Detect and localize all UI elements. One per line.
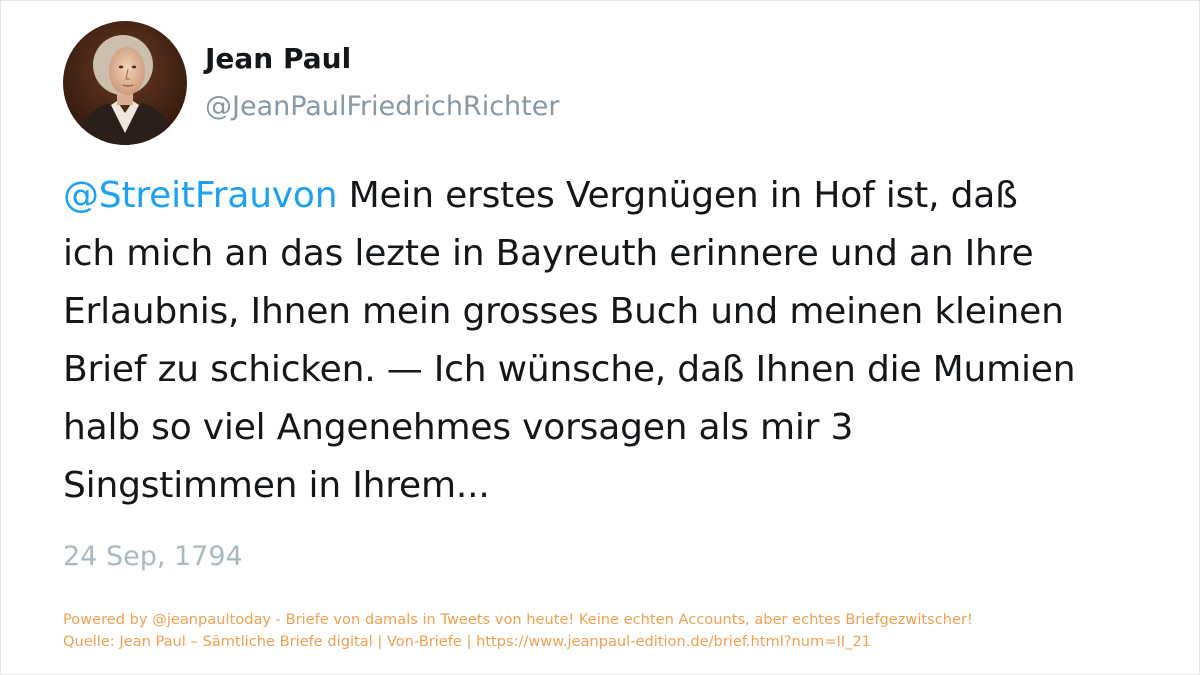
tweet-card: Jean Paul @JeanPaulFriedrichRichter @Str…: [0, 0, 1200, 675]
mention-link[interactable]: @StreitFrauvon: [63, 175, 338, 216]
author-display-name[interactable]: Jean Paul: [205, 39, 351, 79]
tweet-line: halb so viel Angenehmes vorsagen als mir…: [63, 407, 854, 448]
tweet-line: Erlaubnis, Ihnen mein grosses Buch und m…: [63, 291, 1064, 332]
footer-attribution: Powered by @jeanpaultoday - Briefe von d…: [63, 609, 1173, 653]
footer-powered-by: Powered by @jeanpaultoday - Briefe von d…: [63, 611, 973, 628]
portrait-avatar[interactable]: [63, 21, 187, 145]
tweet-line: ich mich an das lezte in Bayreuth erinne…: [63, 233, 1034, 274]
tweet-line: Brief zu schicken. — Ich wünsche, daß Ih…: [63, 349, 1076, 390]
footer-source: Quelle: Jean Paul – Sämtliche Briefe dig…: [63, 633, 871, 650]
tweet-text: @StreitFrauvon Mein erstes Vergnügen in …: [63, 167, 1153, 515]
author-handle[interactable]: @JeanPaulFriedrichRichter: [205, 87, 559, 127]
tweet-date: 24 Sep, 1794: [63, 541, 243, 572]
tweet-line: @StreitFrauvon Mein erstes Vergnügen in …: [63, 167, 1153, 225]
tweet-line: Singstimmen in Ihrem...: [63, 465, 490, 506]
portrait-icon: [63, 21, 187, 145]
tweet-line-text: Mein erstes Vergnügen in Hof ist, daß: [337, 175, 1018, 216]
